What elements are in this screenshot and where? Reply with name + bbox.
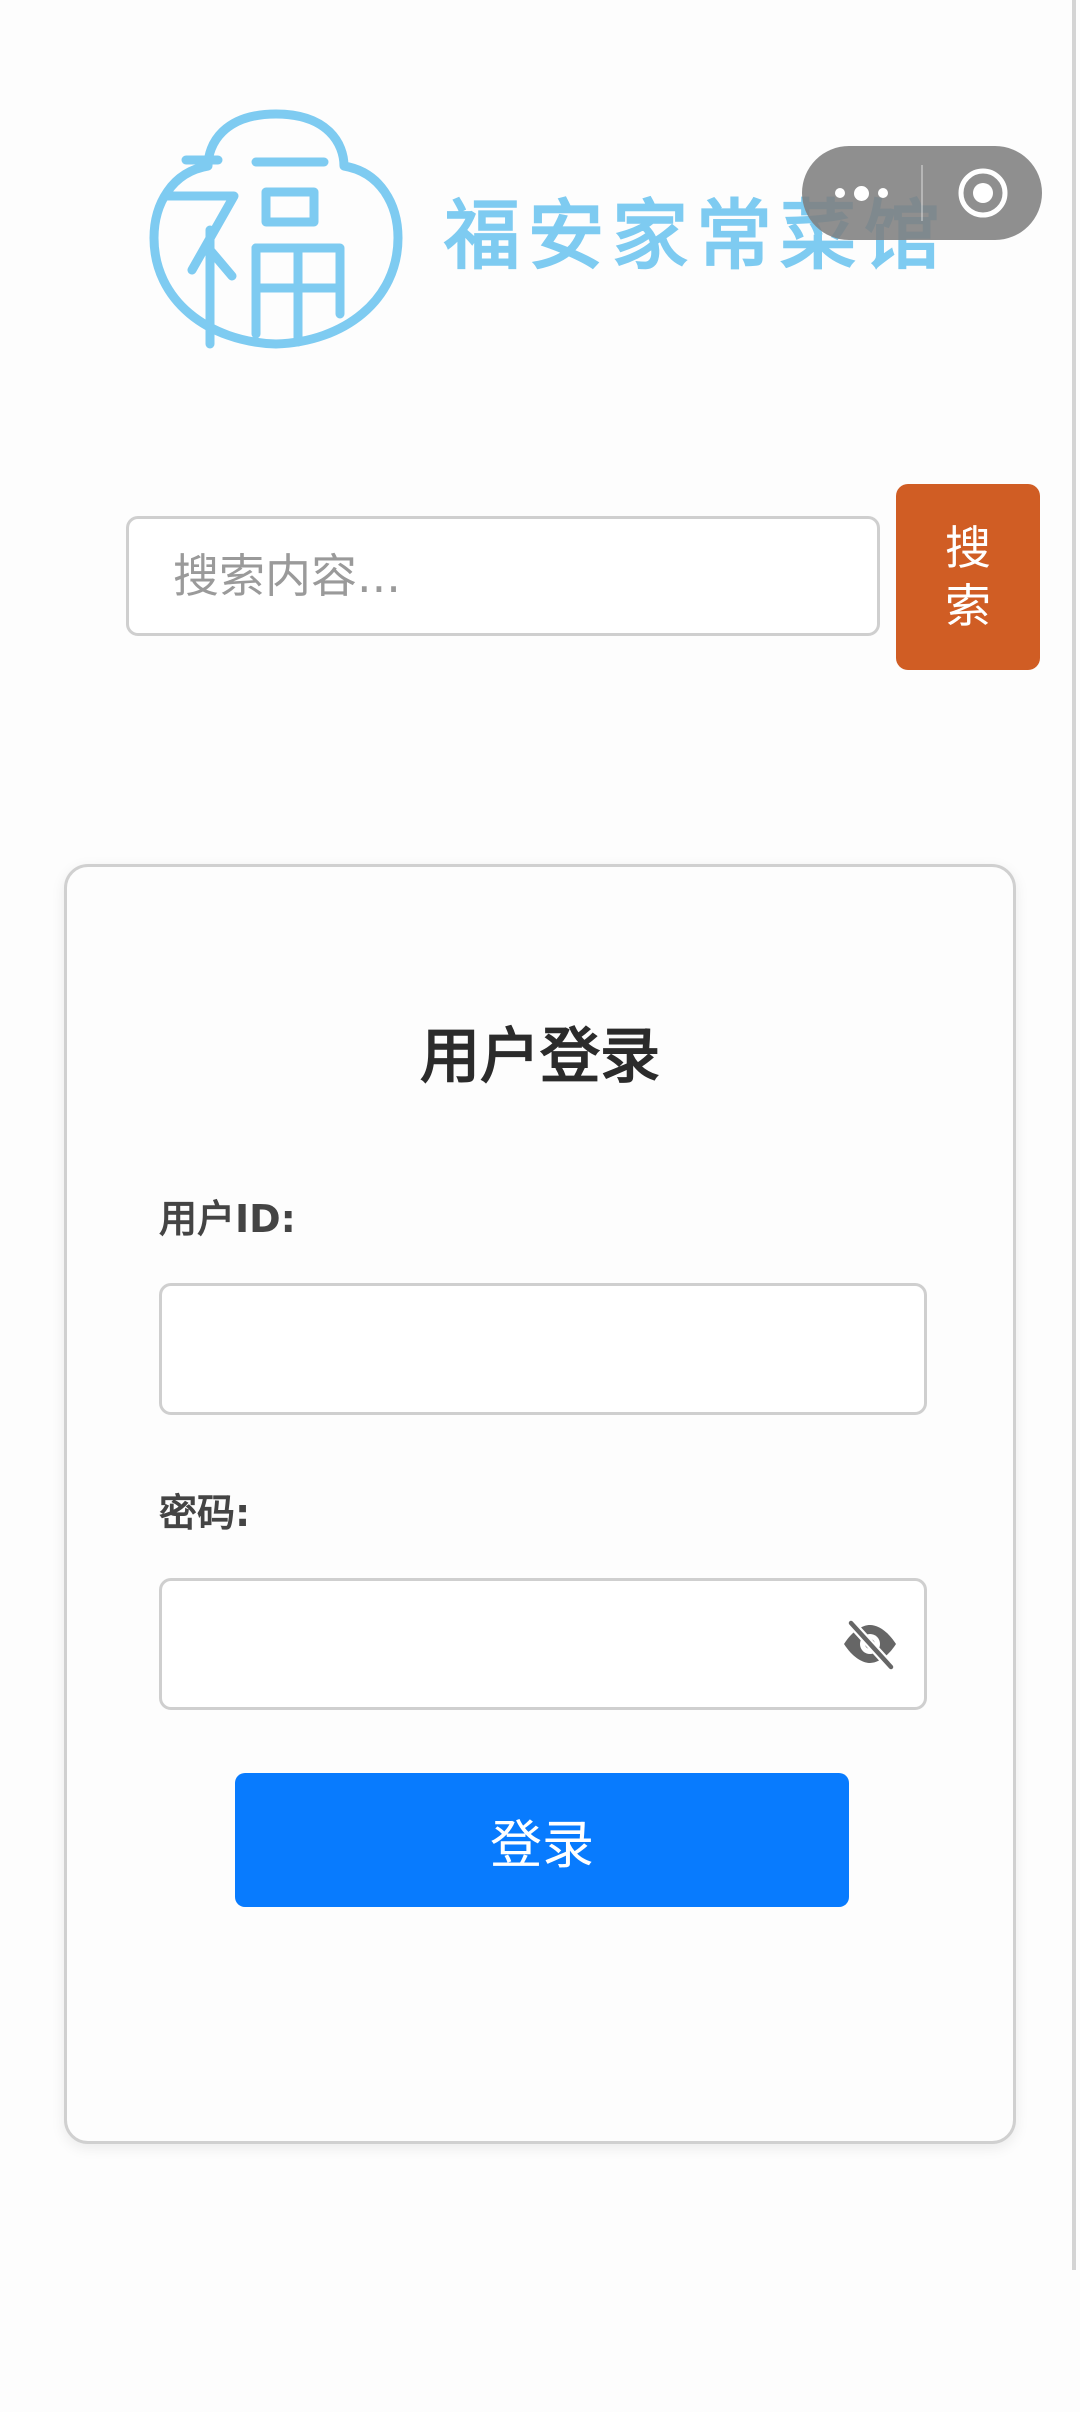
password-field[interactable] xyxy=(159,1578,927,1710)
close-button[interactable] xyxy=(923,146,1042,240)
login-button[interactable]: 登录 xyxy=(235,1773,849,1907)
scrollbar[interactable] xyxy=(1072,0,1076,2270)
page: 福安家常菜馆 搜索 用户登录 用户ID: 密码: xyxy=(0,0,1080,2412)
search-button[interactable]: 搜索 xyxy=(896,484,1040,670)
target-circle-icon xyxy=(958,168,1007,218)
search-input[interactable] xyxy=(126,516,880,636)
userid-label: 用户ID: xyxy=(159,1197,296,1241)
capsule-menu xyxy=(802,146,1042,240)
more-dots-icon xyxy=(835,185,888,201)
brand-logo-icon xyxy=(149,109,403,349)
password-label: 密码: xyxy=(159,1491,251,1535)
eye-slash-icon[interactable] xyxy=(841,1617,899,1671)
login-card: 用户登录 用户ID: 密码: 登录 xyxy=(64,864,1016,2144)
login-title: 用户登录 xyxy=(420,1022,660,1092)
more-button[interactable] xyxy=(802,146,921,240)
userid-field[interactable] xyxy=(159,1283,927,1415)
